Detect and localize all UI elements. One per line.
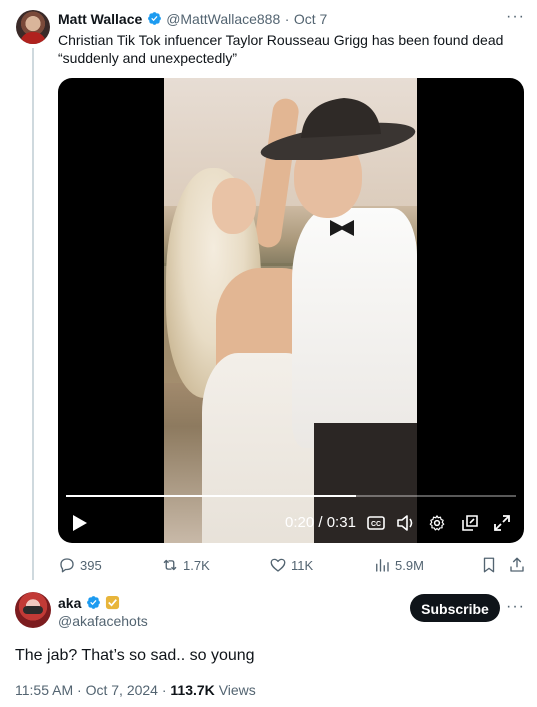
duration: 0:31 [326,514,356,531]
retweet-count: 1.7K [183,557,210,573]
reply-more-options-icon[interactable]: ··· [506,598,525,616]
separator: · [161,682,167,698]
tweet-date[interactable]: Oct 7 [294,11,327,27]
progress-fill [66,495,357,497]
current-time: 0:20 [285,514,315,531]
reply-time[interactable]: 11:55 AM [15,682,73,698]
reply-author-name[interactable]: aka [58,595,81,611]
reply-action[interactable]: 395 [58,556,102,574]
separator: · [77,682,82,698]
views-count: 5.9M [395,557,424,573]
subscribe-button[interactable]: Subscribe [410,594,500,622]
reply-icon [60,558,74,573]
retweet-action[interactable]: 1.7K [161,556,210,574]
analytics-icon [376,559,389,572]
fullscreen-icon[interactable] [493,514,511,537]
author-name[interactable]: Matt Wallace [58,11,142,27]
author-handle[interactable]: @MattWallace888 [166,11,280,27]
tweet-header: Matt Wallace @MattWallace888 · Oct 7 [58,11,327,29]
play-button[interactable] [72,514,88,537]
avatar[interactable] [16,10,50,44]
more-options-icon[interactable]: ··· [506,8,525,26]
views-action[interactable]: 5.9M [373,556,424,574]
like-count: 11K [291,557,314,573]
reply-date[interactable]: Oct 7, 2024 [86,682,158,698]
svg-text:CC: CC [371,521,381,528]
reply-text: The jab? That’s so sad.. so young [15,647,255,664]
views-label: Views [218,682,256,698]
time-separator: / [318,514,323,531]
reply-meta: 11:55 AM · Oct 7, 2024 · 113.7K Views [15,682,256,698]
reply-header: aka [58,595,120,613]
verified-badge-icon [147,11,166,28]
tweet-text-line: “suddenly and unexpectedly” [58,50,238,66]
retweet-icon [163,559,177,571]
tweet-text-line: Christian Tik Tok infuencer Taylor Rouss… [58,32,504,48]
separator: · [284,11,290,27]
like-action[interactable]: 11K [269,556,313,574]
captions-icon[interactable]: CC [367,515,385,536]
bookmark-icon[interactable] [480,556,498,579]
reply-count: 395 [80,557,102,573]
reply-avatar[interactable] [15,592,51,628]
tweet-text: Christian Tik Tok infuencer Taylor Rouss… [58,31,518,67]
verified-badge-icon [86,595,105,612]
video-player[interactable]: 0:20 / 0:31 CC [58,78,524,543]
views-count: 113.7K [170,682,215,698]
video-time: 0:20 / 0:31 [285,514,356,531]
video-frame [164,78,417,543]
heart-icon [270,558,286,572]
settings-gear-icon[interactable] [428,514,446,537]
share-icon[interactable] [508,556,526,579]
volume-icon[interactable] [396,514,416,537]
reply-author-handle[interactable]: @akafacehots [58,613,148,629]
picture-in-picture-icon[interactable] [461,514,479,537]
thread-connector [32,48,34,580]
affiliate-badge-icon [105,595,120,612]
